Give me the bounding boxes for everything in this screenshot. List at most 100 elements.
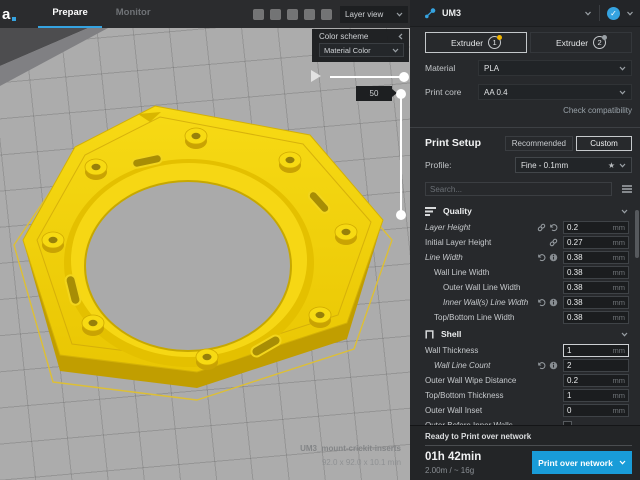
- cura-logo: a: [2, 6, 16, 23]
- viewport-3d[interactable]: a PrepareMonitor Layer view Color scheme…: [0, 0, 410, 480]
- settings-list[interactable]: QualityLayer Height0.2mmInitial Layer He…: [410, 202, 638, 425]
- setting-input[interactable]: 2: [563, 359, 629, 372]
- setting-label: Inner Wall(s) Line Width: [443, 298, 528, 307]
- setting-unit: mm: [613, 238, 626, 247]
- setting-unit: mm: [613, 223, 626, 232]
- tab-monitor[interactable]: Monitor: [102, 0, 165, 28]
- setting-unit: mm: [613, 283, 626, 292]
- info-icon[interactable]: [549, 298, 558, 307]
- print-over-network-button[interactable]: Print over network: [532, 451, 632, 474]
- chevron-left-icon[interactable]: [398, 33, 403, 40]
- setting-value: 0.38: [567, 283, 613, 292]
- mode-custom[interactable]: Custom: [576, 136, 632, 151]
- setting-row-outer-before-inner-walls: Outer Before Inner Walls: [410, 418, 638, 425]
- view-right-icon[interactable]: [321, 9, 332, 20]
- setting-unit: mm: [613, 346, 626, 355]
- view-top-icon[interactable]: [287, 9, 298, 20]
- setting-row-outer-wall-wipe-distance: Outer Wall Wipe Distance0.2mm: [410, 373, 638, 388]
- print-core-dropdown[interactable]: AA 0.4: [478, 84, 632, 100]
- setting-input[interactable]: 1mm: [563, 344, 629, 357]
- print-setup-row: Print Setup RecommendedCustom: [425, 134, 632, 152]
- revert-icon[interactable]: [549, 223, 558, 232]
- material-label: Material: [425, 63, 455, 73]
- link-icon: [537, 223, 546, 232]
- profile-label: Profile:: [425, 160, 451, 170]
- setting-unit: mm: [613, 298, 626, 307]
- section-header-quality[interactable]: Quality: [410, 202, 638, 220]
- setting-value: 2: [567, 361, 625, 370]
- setting-label: Line Width: [425, 253, 463, 262]
- view-3d-icon[interactable]: [253, 9, 264, 20]
- check-compatibility-link[interactable]: Check compatibility: [563, 106, 632, 115]
- simulation-slider[interactable]: [330, 76, 404, 78]
- setting-input[interactable]: 0mm: [563, 404, 629, 417]
- view-mode-dropdown[interactable]: Layer view: [340, 6, 408, 23]
- extruder-number: 1: [488, 36, 501, 49]
- setting-input[interactable]: 1mm: [563, 389, 629, 402]
- setting-label: Initial Layer Height: [425, 238, 491, 247]
- material-dropdown[interactable]: PLA: [478, 60, 632, 76]
- settings-scrollbar[interactable]: [635, 210, 639, 258]
- setting-input[interactable]: 0.38mm: [563, 311, 629, 324]
- cura-window: a PrepareMonitor Layer view Color scheme…: [0, 0, 640, 480]
- chevron-down-icon[interactable]: [626, 11, 634, 16]
- revert-icon[interactable]: [537, 298, 546, 307]
- setting-value: 0.38: [567, 298, 613, 307]
- material-color-dot: [497, 35, 502, 40]
- extruder-label: Extruder: [556, 38, 588, 48]
- setting-input[interactable]: 0.38mm: [563, 251, 629, 264]
- tab-prepare[interactable]: Prepare: [38, 0, 101, 28]
- section-title: Quality: [443, 206, 472, 216]
- setting-row-outer-wall-inset: Outer Wall Inset0mm: [410, 403, 638, 418]
- extruder-tabs: Extruder1Extruder2: [425, 32, 632, 53]
- connection-status-icon: ✓: [607, 7, 620, 20]
- revert-icon[interactable]: [537, 253, 546, 262]
- profile-dropdown[interactable]: Fine - 0.1mm ★: [515, 157, 632, 173]
- info-icon[interactable]: [549, 253, 558, 262]
- setting-input[interactable]: 0.2mm: [563, 374, 629, 387]
- setting-value: 0.27: [567, 238, 613, 247]
- view-left-icon[interactable]: [304, 9, 315, 20]
- extruder-1-tab[interactable]: Extruder1: [425, 32, 527, 53]
- search-input[interactable]: [425, 182, 612, 196]
- print-core-label: Print core: [425, 87, 461, 97]
- mode-recommended[interactable]: Recommended: [505, 136, 573, 151]
- settings-menu-icon[interactable]: [622, 184, 632, 194]
- setting-input[interactable]: 0.2mm: [563, 221, 629, 234]
- setting-value: 0.2: [567, 223, 613, 232]
- machine-name: UM3: [442, 8, 461, 18]
- setting-input[interactable]: 0.38mm: [563, 281, 629, 294]
- extruder-2-tab[interactable]: Extruder2: [530, 32, 632, 53]
- model-dimensions: 92.0 x 92.0 x 10.1 mm: [300, 458, 401, 467]
- model-name: UM3_mount-crickit-inserts: [300, 444, 401, 453]
- setting-input[interactable]: 0.38mm: [563, 296, 629, 309]
- material-estimate: 2.00m / ~ 16g: [425, 466, 481, 475]
- setting-label: Wall Thickness: [425, 346, 478, 355]
- divider: [599, 5, 600, 21]
- print-core-value: AA 0.4: [484, 88, 508, 97]
- divider: [410, 127, 640, 128]
- profile-value: Fine - 0.1mm: [521, 161, 568, 170]
- color-scheme-dropdown[interactable]: Material Color: [319, 43, 404, 57]
- info-icon[interactable]: [549, 361, 558, 370]
- chevron-down-icon: [619, 163, 626, 168]
- layer-slider[interactable]: [400, 93, 402, 215]
- setting-input[interactable]: 0.38mm: [563, 266, 629, 279]
- layer-slider-top-handle[interactable]: [396, 89, 406, 99]
- machine-selector[interactable]: UM3 ✓: [410, 0, 640, 27]
- setting-unit: mm: [613, 268, 626, 277]
- layer-slider-bottom-handle[interactable]: [396, 210, 406, 220]
- chevron-down-icon[interactable]: [621, 332, 628, 337]
- chevron-down-icon[interactable]: [621, 209, 628, 214]
- simulation-slider-handle[interactable]: [399, 72, 409, 82]
- play-icon[interactable]: [311, 70, 321, 82]
- setting-input[interactable]: 0.27mm: [563, 236, 629, 249]
- section-title: Shell: [441, 329, 461, 339]
- view-front-icon[interactable]: [270, 9, 281, 20]
- section-header-shell[interactable]: Shell: [410, 325, 638, 343]
- revert-icon[interactable]: [537, 361, 546, 370]
- network-printer-icon: [424, 7, 436, 19]
- top-bar: a PrepareMonitor Layer view: [0, 0, 410, 28]
- chevron-down-icon[interactable]: [584, 11, 592, 16]
- setting-value: 0.2: [567, 376, 613, 385]
